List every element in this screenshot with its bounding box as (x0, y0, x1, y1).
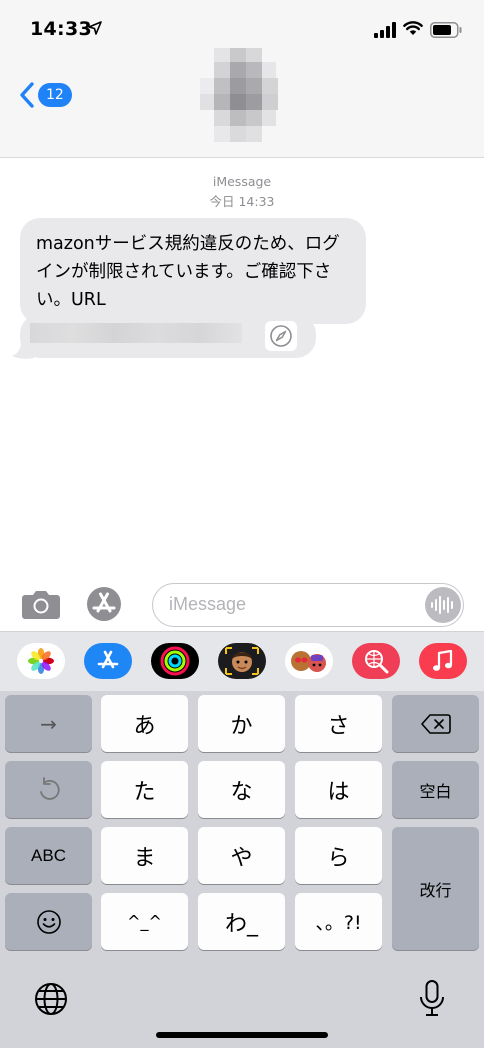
key-label: た (133, 779, 156, 805)
key-wa[interactable]: わ_ (198, 893, 285, 950)
undo-icon (39, 776, 60, 800)
service-label: iMessage (212, 174, 272, 189)
safari-compass-icon[interactable] (265, 321, 297, 351)
battery-icon (430, 22, 462, 38)
key-label: 、。?! (315, 912, 362, 934)
key-ta[interactable]: た (101, 761, 188, 818)
key-ka[interactable]: か (198, 695, 285, 752)
music-note-icon (433, 649, 453, 671)
key-ha[interactable]: は (295, 761, 382, 818)
audio-waveform-icon (431, 596, 453, 614)
photos-app-icon[interactable] (17, 643, 65, 679)
status-time: 14:33 (30, 18, 92, 40)
microphone-icon[interactable] (418, 979, 446, 1019)
app-store-icon[interactable] (86, 586, 122, 622)
camera-icon[interactable] (21, 588, 61, 620)
key-label: ま (133, 845, 156, 871)
cellular-signal-icon (374, 22, 396, 38)
unread-count-badge: 12 (38, 83, 72, 107)
chevron-left-icon (20, 82, 34, 108)
contact-avatar[interactable] (200, 48, 284, 152)
key-label: 改行 (419, 880, 452, 900)
key-label: ら (327, 845, 350, 871)
message-timestamp: 今日 14:33 (209, 194, 275, 209)
undo-key[interactable] (5, 761, 92, 818)
key-a[interactable]: あ (101, 695, 188, 752)
kaomoji-key[interactable]: ^_^ (101, 893, 188, 950)
app-store-glyph-icon (97, 650, 119, 669)
activity-app-icon[interactable] (151, 643, 199, 679)
key-label: な (230, 779, 253, 805)
animoji-app-icon[interactable] (285, 643, 333, 679)
app-store-app-icon[interactable] (84, 643, 132, 679)
incoming-message-bubble[interactable]: mazonサービス規約違反のため、ログインが制限されています。ご確認下さい。UR… (20, 218, 366, 324)
key-label: さ (327, 713, 350, 739)
key-label: 空白 (419, 781, 452, 801)
key-ma[interactable]: ま (101, 827, 188, 884)
obscured-url[interactable] (30, 323, 242, 343)
key-label: は (327, 779, 350, 805)
back-button[interactable]: 12 (18, 80, 72, 110)
photos-icon (28, 648, 54, 674)
key-sa[interactable]: さ (295, 695, 382, 752)
animoji-icon (291, 651, 326, 672)
wifi-icon (403, 21, 423, 35)
key-label: ABC (31, 845, 66, 865)
key-label: → (40, 711, 57, 736)
key-label: あ (133, 713, 156, 739)
audio-message-button[interactable] (425, 587, 461, 623)
space-key[interactable]: 空白 (392, 761, 479, 818)
key-label: わ_ (224, 911, 258, 937)
message-input[interactable]: iMessage (152, 583, 464, 627)
key-label: や (230, 845, 253, 871)
message-text: mazonサービス規約違反のため、ログインが制限されています。ご確認下さい。UR… (36, 234, 340, 310)
location-arrow-icon (88, 21, 102, 35)
abc-key[interactable]: ABC (5, 827, 92, 884)
compass-icon (270, 325, 292, 347)
memoji-icon (225, 647, 259, 675)
app-drawer (0, 631, 484, 691)
next-candidate-key[interactable]: → (5, 695, 92, 752)
backspace-icon (420, 713, 451, 734)
key-ya[interactable]: や (198, 827, 285, 884)
key-label: ^_^ (127, 912, 162, 931)
return-key[interactable]: 改行 (392, 827, 479, 950)
globe-icon[interactable] (33, 981, 69, 1017)
home-indicator[interactable] (156, 1032, 328, 1038)
key-ra[interactable]: ら (295, 827, 382, 884)
key-na[interactable]: な (198, 761, 285, 818)
emoji-key[interactable] (5, 893, 92, 950)
memoji-app-icon[interactable] (218, 643, 266, 679)
globe-search-icon (365, 650, 389, 674)
emoji-icon (36, 909, 61, 934)
conversation-header: 12 (0, 48, 484, 158)
music-app-icon[interactable] (419, 643, 467, 679)
japanese-kana-keyboard: → あ か さ た な は 空白 ABC ま や ら 改行 ^_^ わ_ 、。?… (0, 691, 484, 1048)
punctuation-key[interactable]: 、。?! (295, 893, 382, 950)
key-label: か (230, 713, 253, 739)
delete-key[interactable] (392, 695, 479, 752)
web-search-app-icon[interactable] (352, 643, 400, 679)
activity-rings-icon (160, 646, 190, 676)
